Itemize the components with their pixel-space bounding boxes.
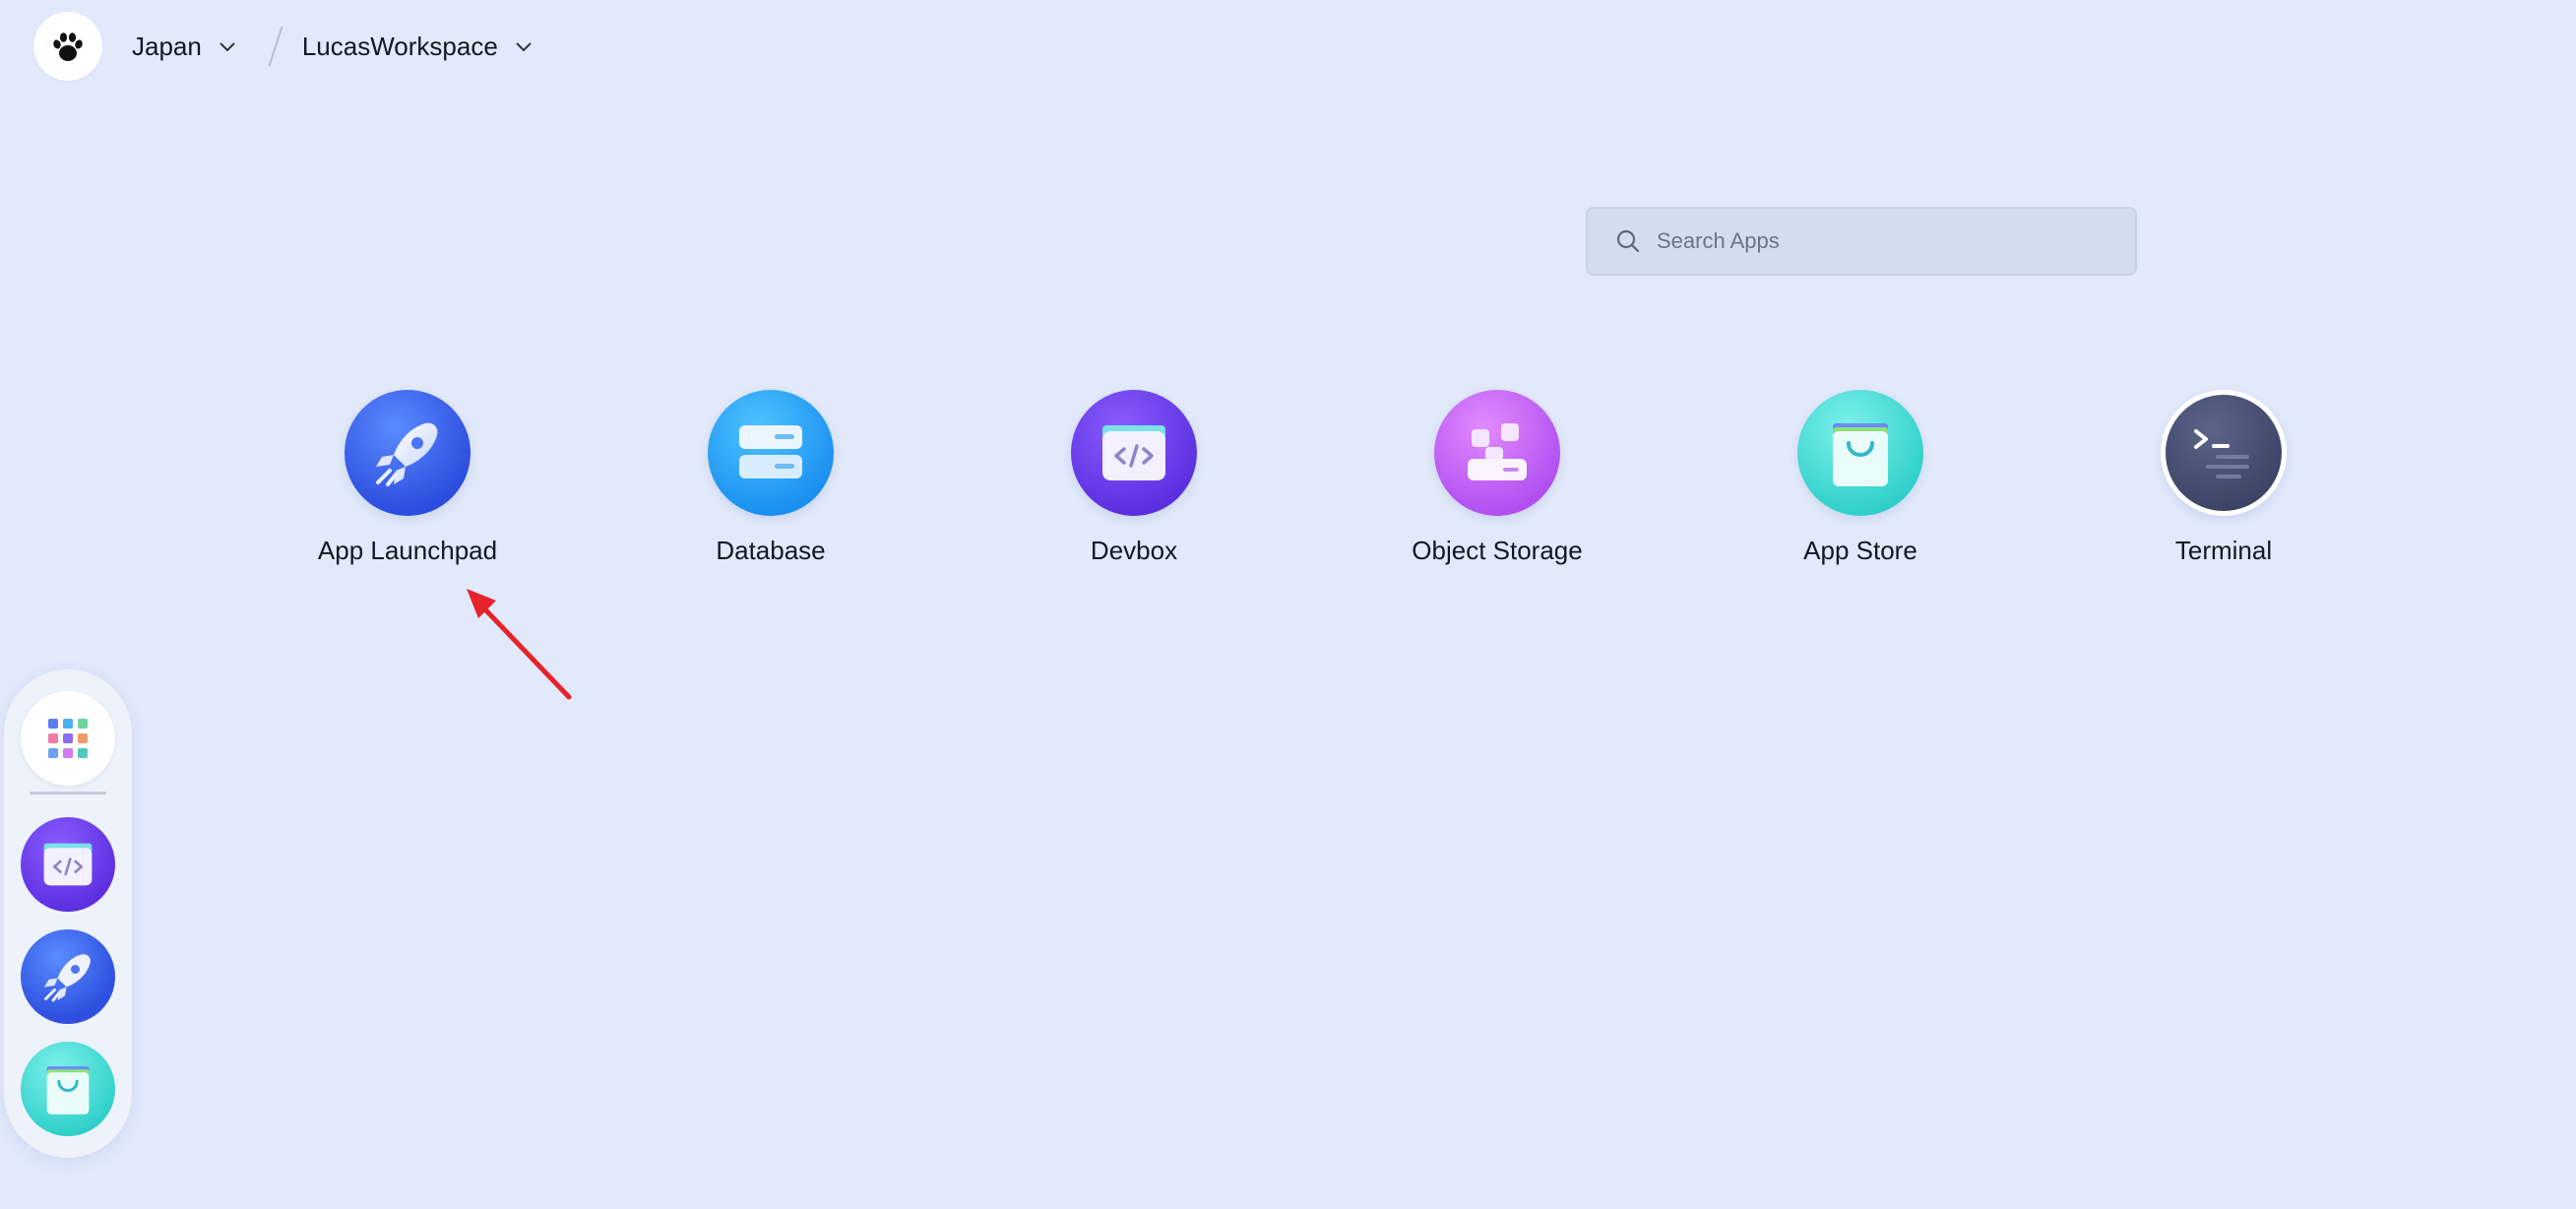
workspace-selector[interactable]: LucasWorkspace (302, 32, 534, 62)
search-icon (1616, 229, 1640, 253)
app-label: App Store (1803, 536, 1917, 565)
breadcrumb-separator (268, 26, 283, 67)
app-label: Database (716, 536, 826, 565)
workspace-label: LucasWorkspace (301, 31, 498, 61)
paw-logo-icon[interactable] (33, 12, 102, 81)
app-launchpad-app[interactable]: App Launchpad (280, 390, 535, 566)
devbox-app[interactable]: Devbox (1006, 390, 1262, 566)
search-input[interactable] (1655, 227, 2131, 255)
app-label: Terminal (2174, 536, 2273, 565)
shopping-bag-icon (1797, 390, 1923, 516)
devbox-icon[interactable] (21, 817, 115, 912)
terminal-icon (2161, 390, 2287, 516)
app-label: Object Storage (1412, 536, 1583, 565)
apps-grid-icon[interactable] (21, 691, 115, 786)
app-label: App Launchpad (317, 536, 498, 565)
app-dock (4, 669, 132, 1158)
shopping-bag-icon[interactable] (21, 1042, 115, 1136)
dock-divider (30, 792, 106, 795)
database-icon (708, 390, 834, 516)
database-app[interactable]: Database (643, 390, 899, 566)
search-bar[interactable] (1586, 207, 2137, 276)
chevron-down-icon (218, 36, 237, 56)
desktop: Japan LucasWorkspace Search Apps App Lau… (0, 0, 2576, 1209)
annotation-arrow (467, 589, 572, 700)
chevron-down-icon (514, 36, 534, 56)
top-bar: Japan LucasWorkspace (33, 12, 534, 81)
rocket-icon (345, 390, 471, 516)
terminal-app[interactable]: Terminal (2096, 390, 2352, 566)
devbox-icon (1071, 390, 1197, 516)
region-selector[interactable]: Japan (132, 32, 237, 62)
app-label: Devbox (1090, 536, 1178, 565)
app-store-app[interactable]: App Store (1732, 390, 1988, 566)
object-storage-app[interactable]: Object Storage (1369, 390, 1625, 566)
object-storage-icon (1434, 390, 1560, 516)
rocket-icon[interactable] (21, 929, 115, 1024)
region-label: Japan (132, 31, 202, 61)
